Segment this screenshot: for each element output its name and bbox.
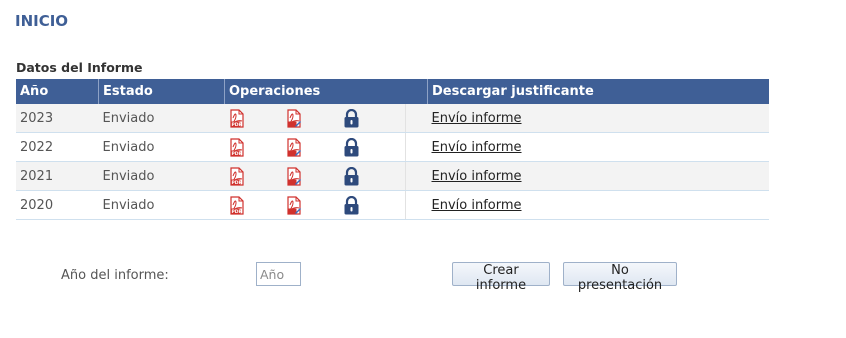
no-presentation-button[interactable]: No presentación [563,262,677,293]
download-link[interactable]: Envío informe [432,169,522,184]
row-operations: PDF [224,132,405,162]
row-status: Enviado [98,190,225,220]
row-status: Enviado [98,132,225,162]
row-separator [404,132,428,162]
row-year: 2022 [16,132,99,162]
report-table: Año Estado Operaciones Descargar justifi… [16,79,769,220]
row-separator [404,104,428,133]
table-row: 2021 Enviado PDF Envío informe [16,161,769,191]
row-year: 2020 [16,190,99,220]
row-operations: PDF [224,161,405,191]
table-row: 2020 Enviado PDF Envío informe [16,190,769,220]
row-download: Envío informe [427,190,769,220]
year-label: Año del informe: [61,268,169,283]
download-link[interactable]: Envío informe [432,198,522,213]
lock-icon[interactable] [343,167,360,186]
column-header-download: Descargar justificante [427,79,769,104]
table-row: 2023 Enviado PDF Envío informe [16,104,769,133]
year-input[interactable] [256,262,301,286]
table-header-row: Año Estado Operaciones Descargar justifi… [16,79,769,104]
pdf-icon[interactable]: PDF [229,138,244,157]
row-separator [404,161,428,191]
row-status: Enviado [98,104,225,133]
svg-text:PDF: PDF [231,180,241,186]
lock-icon[interactable] [343,109,360,128]
lock-icon[interactable] [343,138,360,157]
row-year: 2023 [16,104,99,133]
column-header-operations: Operaciones [224,79,428,104]
row-operations: PDF [224,190,405,220]
row-download: Envío informe [427,132,769,162]
row-operations: PDF [224,104,405,133]
create-report-button[interactable]: Crear informe [452,262,550,293]
pdf-edit-icon[interactable] [286,109,301,128]
pdf-edit-icon[interactable] [286,167,301,186]
table-row: 2022 Enviado PDF Envío informe [16,132,769,162]
section-title: Datos del Informe [16,60,143,75]
svg-text:PDF: PDF [231,151,241,157]
row-download: Envío informe [427,104,769,133]
row-status: Enviado [98,161,225,191]
row-year: 2021 [16,161,99,191]
svg-text:PDF: PDF [231,209,241,215]
pdf-icon[interactable]: PDF [229,109,244,128]
column-header-year: Año [16,79,99,104]
row-download: Envío informe [427,161,769,191]
pdf-icon[interactable]: PDF [229,167,244,186]
pdf-edit-icon[interactable] [286,196,301,215]
row-separator [404,190,428,220]
lock-icon[interactable] [343,196,360,215]
pdf-edit-icon[interactable] [286,138,301,157]
pdf-icon[interactable]: PDF [229,196,244,215]
svg-text:PDF: PDF [231,122,241,128]
download-link[interactable]: Envío informe [432,111,522,126]
page-title: INICIO [15,12,69,30]
column-header-status: Estado [98,79,225,104]
download-link[interactable]: Envío informe [432,140,522,155]
